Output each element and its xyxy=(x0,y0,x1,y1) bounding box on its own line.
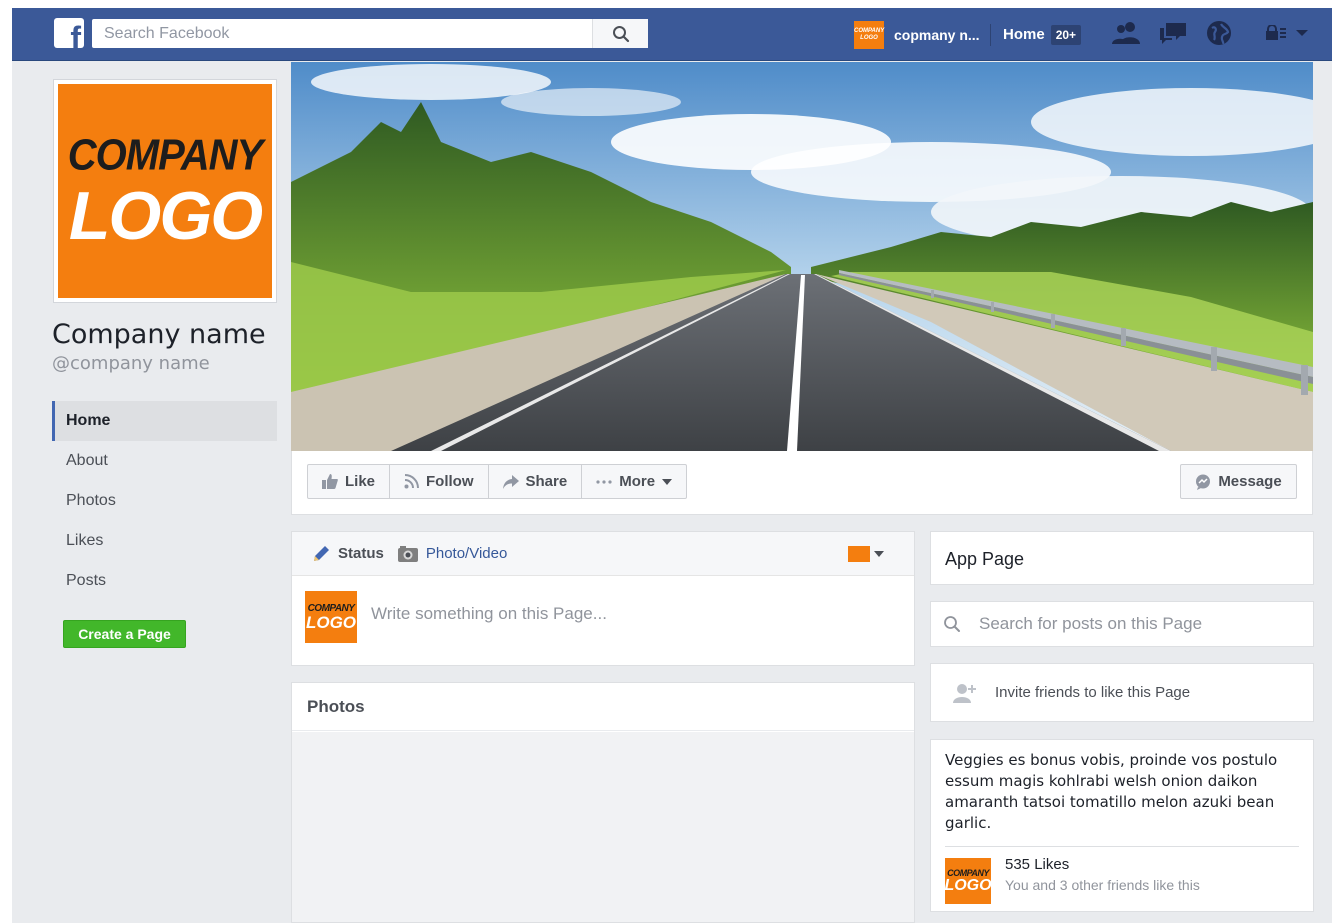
composer-body: COMPANY LOGO xyxy=(292,576,914,666)
thumbs-up-icon xyxy=(322,474,338,489)
shortcuts-menu-icon[interactable] xyxy=(1265,25,1287,41)
global-search xyxy=(92,19,648,48)
profile-picture[interactable]: COMPANY LOGO xyxy=(53,79,277,303)
chevron-down-icon[interactable] xyxy=(1295,28,1309,38)
nav-icons xyxy=(1112,20,1232,46)
create-page-button[interactable]: Create a Page xyxy=(63,620,186,648)
rss-follow-icon xyxy=(404,474,420,489)
composer-avatar: COMPANY LOGO xyxy=(305,591,357,643)
friend-requests-icon[interactable] xyxy=(1112,20,1140,46)
post-as-avatar xyxy=(848,546,870,562)
facebook-page: f COMPANYLOGO copmany n... Home 20+ COMP… xyxy=(12,8,1332,923)
share-label: Share xyxy=(525,473,568,490)
page-sidebar-nav: Home About Photos Likes Posts xyxy=(52,401,277,601)
composer-tabs: Status Photo/Video xyxy=(292,532,914,576)
invite-friends-label: Invite friends to like this Page xyxy=(995,684,1191,701)
nav-divider xyxy=(990,23,991,46)
sidebar-item-about[interactable]: About xyxy=(52,441,277,481)
add-friend-icon xyxy=(953,683,976,703)
message-bubble-icon xyxy=(1196,474,1211,490)
facebook-logo-icon[interactable]: f xyxy=(54,18,84,48)
pencil-icon xyxy=(314,545,329,561)
home-count-badge: 20+ xyxy=(1050,24,1082,45)
likes-friends-text: You and 3 other friends like this xyxy=(1005,877,1200,893)
nav-profile-home: COMPANY LOGO copmany n... Home 20+ xyxy=(854,8,1082,61)
nav-home-link[interactable]: Home xyxy=(1003,26,1045,43)
likes-count[interactable]: 535 Likes xyxy=(1005,855,1200,875)
more-dots-icon xyxy=(596,479,612,484)
global-search-input[interactable] xyxy=(92,20,590,47)
page-avatar-mini[interactable]: COMPANY LOGO xyxy=(854,20,884,49)
photos-grid xyxy=(292,732,914,922)
page-action-bar: Like Follow Share More Message xyxy=(291,451,1313,515)
tab-photo-video-label: Photo/Video xyxy=(425,545,508,562)
company-logo-image: COMPANY LOGO xyxy=(58,84,272,298)
sidebar-item-photos[interactable]: Photos xyxy=(52,481,277,521)
notifications-globe-icon[interactable] xyxy=(1206,20,1232,46)
logo-text-logo: LOGO xyxy=(68,177,263,254)
chevron-down-icon xyxy=(662,478,673,485)
more-button[interactable]: More xyxy=(582,465,686,498)
photos-section: Photos xyxy=(291,682,915,923)
about-card: Veggies es bonus vobis, proinde vos post… xyxy=(930,739,1314,912)
like-label: Like xyxy=(345,473,376,490)
likes-avatar: COMPANY LOGO xyxy=(944,858,992,904)
settings-menu[interactable] xyxy=(1265,25,1309,41)
search-icon xyxy=(944,616,960,632)
about-divider xyxy=(945,846,1299,847)
top-navigation-bar: f COMPANYLOGO copmany n... Home 20+ xyxy=(12,8,1332,61)
chevron-down-icon xyxy=(874,551,884,557)
more-label: More xyxy=(619,473,656,490)
sidebar-item-posts[interactable]: Posts xyxy=(52,561,277,601)
app-page-card[interactable]: App Page xyxy=(930,531,1314,585)
action-button-group: Like Follow Share More xyxy=(307,464,688,499)
cover-road-image xyxy=(291,62,1313,451)
tab-status-label: Status xyxy=(338,545,384,562)
likes-summary: COMPANY LOGO 535 Likes You and 3 other f… xyxy=(944,855,1299,904)
page-handle[interactable]: @company name xyxy=(52,353,210,374)
follow-button[interactable]: Follow xyxy=(390,465,489,498)
share-arrow-icon xyxy=(502,474,519,489)
cover-photo[interactable] xyxy=(291,62,1313,451)
page-post-search-input[interactable] xyxy=(979,614,1299,634)
post-as-selector[interactable] xyxy=(848,546,884,562)
sidebar-item-likes[interactable]: Likes xyxy=(52,521,277,561)
page-post-search xyxy=(930,601,1314,647)
about-description: Veggies es bonus vobis, proinde vos post… xyxy=(945,751,1278,832)
invite-friends-card[interactable]: Invite friends to like this Page xyxy=(930,663,1314,722)
message-label: Message xyxy=(1218,473,1282,490)
logo-text-company: COMPANY xyxy=(67,130,263,179)
search-icon xyxy=(612,25,629,42)
search-button[interactable] xyxy=(592,19,648,48)
photos-title[interactable]: Photos xyxy=(292,683,914,731)
composer-input[interactable] xyxy=(371,604,871,624)
like-button[interactable]: Like xyxy=(308,465,391,498)
message-button[interactable]: Message xyxy=(1180,464,1297,499)
share-button[interactable]: Share xyxy=(489,465,583,498)
nav-page-name[interactable]: copmany n... xyxy=(894,27,984,43)
tab-status[interactable]: Status xyxy=(312,545,384,563)
page-title[interactable]: Company name xyxy=(52,319,266,350)
tab-photo-video[interactable]: Photo/Video xyxy=(397,545,508,562)
follow-label: Follow xyxy=(426,473,474,490)
post-composer: Status Photo/Video COMPANY LOGO xyxy=(291,531,915,666)
camera-icon xyxy=(397,545,418,562)
sidebar-item-home[interactable]: Home xyxy=(52,401,277,441)
messages-icon[interactable] xyxy=(1158,20,1188,46)
